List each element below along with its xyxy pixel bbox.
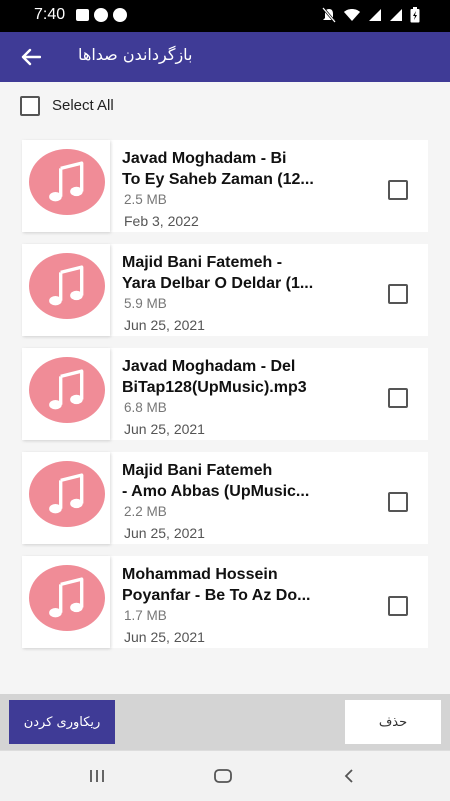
audio-file-list: Javad Moghadam - Bi To Ey Saheb Zaman (1… bbox=[0, 128, 450, 694]
item-checkbox[interactable] bbox=[388, 388, 408, 408]
gallery-notification-icon bbox=[76, 9, 89, 21]
list-item[interactable]: Javad Moghadam - Bi To Ey Saheb Zaman (1… bbox=[22, 140, 428, 232]
audio-thumbnail bbox=[22, 244, 110, 336]
select-all-row[interactable]: Select All bbox=[0, 82, 450, 128]
audio-thumbnail bbox=[22, 452, 110, 544]
file-size: 1.7 MB bbox=[124, 608, 167, 623]
system-nav-bar bbox=[0, 750, 450, 801]
file-name: Javad Moghadam - Del BiTap128(UpMusic).m… bbox=[122, 356, 350, 398]
list-item[interactable]: Majid Bani Fatemeh - Amo Abbas (UpMusic.… bbox=[22, 452, 428, 544]
back-button[interactable] bbox=[16, 42, 46, 72]
file-size: 6.8 MB bbox=[124, 400, 167, 415]
app-bar: بازگرداندن صداها bbox=[0, 32, 450, 82]
file-size: 2.2 MB bbox=[124, 504, 167, 519]
file-name-line1: Javad Moghadam - Bi bbox=[122, 150, 287, 167]
file-name: Mohammad Hossein Poyanfar - Be To Az Do.… bbox=[122, 564, 350, 606]
music-note-icon bbox=[29, 565, 105, 631]
select-all-label: Select All bbox=[52, 97, 114, 114]
music-note-icon bbox=[29, 149, 105, 215]
notification-badge-icon bbox=[113, 8, 127, 22]
file-name-line1: Javad Moghadam - Del bbox=[122, 358, 296, 375]
page-title: بازگرداندن صداها bbox=[78, 45, 193, 64]
battery-icon bbox=[410, 7, 420, 23]
file-name-line2: - Amo Abbas (UpMusic... bbox=[122, 483, 310, 500]
delete-button[interactable]: حذف bbox=[345, 700, 441, 744]
item-checkbox[interactable] bbox=[388, 596, 408, 616]
recents-icon bbox=[90, 770, 104, 782]
system-icons bbox=[322, 7, 420, 23]
status-time: 7:40 bbox=[34, 6, 66, 23]
file-name-line2: BiTap128(UpMusic).mp3 bbox=[122, 379, 307, 396]
file-name: Javad Moghadam - Bi To Ey Saheb Zaman (1… bbox=[122, 148, 350, 190]
notification-icons bbox=[76, 8, 127, 22]
item-checkbox[interactable] bbox=[388, 284, 408, 304]
file-date: Feb 3, 2022 bbox=[124, 213, 199, 229]
notification-badge-icon bbox=[94, 8, 108, 22]
file-date: Jun 25, 2021 bbox=[124, 421, 205, 437]
signal-icon bbox=[369, 9, 381, 21]
select-all-checkbox[interactable] bbox=[20, 96, 40, 116]
recover-button[interactable]: ریکاوری کردن bbox=[9, 700, 115, 744]
home-button[interactable] bbox=[208, 763, 238, 789]
file-name-line2: Yara Delbar O Deldar (1... bbox=[122, 275, 314, 292]
recents-button[interactable] bbox=[82, 763, 112, 789]
file-size: 2.5 MB bbox=[124, 192, 167, 207]
music-note-icon bbox=[29, 357, 105, 423]
signal-icon bbox=[390, 9, 402, 21]
item-checkbox[interactable] bbox=[388, 180, 408, 200]
music-note-icon bbox=[29, 253, 105, 319]
file-name-line1: Majid Bani Fatemeh - bbox=[122, 254, 283, 271]
audio-thumbnail bbox=[22, 556, 110, 648]
mute-icon bbox=[322, 7, 336, 23]
audio-thumbnail bbox=[22, 140, 110, 232]
file-name: Majid Bani Fatemeh - Amo Abbas (UpMusic.… bbox=[122, 460, 350, 502]
action-bar: ریکاوری کردن حذف bbox=[0, 694, 450, 750]
file-date: Jun 25, 2021 bbox=[124, 629, 205, 645]
file-name-line1: Mohammad Hossein bbox=[122, 566, 278, 583]
audio-thumbnail bbox=[22, 348, 110, 440]
file-name-line2: Poyanfar - Be To Az Do... bbox=[122, 587, 311, 604]
list-item[interactable]: Majid Bani Fatemeh - Yara Delbar O Delda… bbox=[22, 244, 428, 336]
file-date: Jun 25, 2021 bbox=[124, 525, 205, 541]
file-size: 5.9 MB bbox=[124, 296, 167, 311]
file-name-line2: To Ey Saheb Zaman (12... bbox=[122, 171, 314, 188]
file-name-line1: Majid Bani Fatemeh bbox=[122, 462, 273, 479]
back-nav-button[interactable] bbox=[334, 763, 364, 789]
list-item[interactable]: Javad Moghadam - Del BiTap128(UpMusic).m… bbox=[22, 348, 428, 440]
home-icon bbox=[214, 769, 232, 783]
item-checkbox[interactable] bbox=[388, 492, 408, 512]
status-bar: 7:40 bbox=[0, 0, 450, 32]
file-name: Majid Bani Fatemeh - Yara Delbar O Delda… bbox=[122, 252, 350, 294]
back-chevron-icon bbox=[344, 769, 353, 783]
file-date: Jun 25, 2021 bbox=[124, 317, 205, 333]
arrow-left-icon bbox=[21, 48, 41, 66]
wifi-icon bbox=[344, 9, 360, 21]
list-item[interactable]: Mohammad Hossein Poyanfar - Be To Az Do.… bbox=[22, 556, 428, 648]
music-note-icon bbox=[29, 461, 105, 527]
